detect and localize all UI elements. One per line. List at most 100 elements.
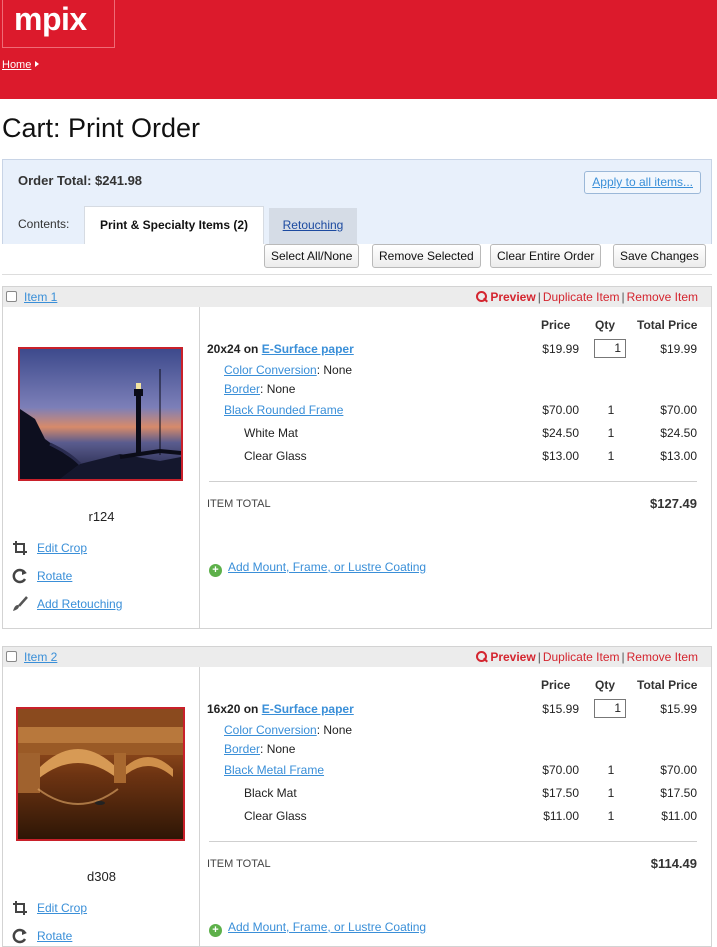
clear-entire-order-button[interactable]: Clear Entire Order xyxy=(490,244,602,268)
duplicate-item-link[interactable]: Duplicate Item xyxy=(543,290,620,304)
tab-print-specialty-items[interactable]: Print & Specialty Items (2) xyxy=(84,206,264,245)
save-changes-button[interactable]: Save Changes xyxy=(613,244,706,268)
magnifier-icon xyxy=(476,291,488,302)
breadcrumb: Home xyxy=(2,59,40,71)
logo-text: mpix xyxy=(14,1,87,37)
print-price: $15.99 xyxy=(542,702,579,716)
preview-link[interactable]: Preview xyxy=(476,290,536,304)
color-conversion-link[interactable]: Color Conversion xyxy=(224,363,317,377)
order-total: Order Total: $241.98 xyxy=(18,173,143,188)
add-retouching-link[interactable]: Add Retouching xyxy=(37,597,122,611)
apply-to-all-items-button[interactable]: Apply to all items... xyxy=(584,171,701,194)
item-checkbox[interactable] xyxy=(6,291,17,302)
rotate-icon xyxy=(12,568,27,584)
add-mount-action[interactable]: + Add Mount, Frame, or Lustre Coating xyxy=(209,920,426,937)
frame-row: Black Rounded Frame $70.00 1 $70.00 xyxy=(3,403,713,421)
total-price-column-header: Total Price xyxy=(637,318,698,332)
glass-price: $13.00 xyxy=(542,449,579,463)
quantity-input[interactable]: 1 xyxy=(594,339,626,358)
item-checkbox[interactable] xyxy=(6,651,17,662)
edit-crop-link[interactable]: Edit Crop xyxy=(37,541,87,555)
glass-name: Clear Glass xyxy=(244,809,307,823)
frame-total: $70.00 xyxy=(660,403,697,417)
color-conversion-row: Color Conversion: None xyxy=(3,363,713,381)
separator: | xyxy=(621,650,625,664)
duplicate-item-link[interactable]: Duplicate Item xyxy=(543,650,620,664)
rotate-link[interactable]: Rotate xyxy=(37,929,72,943)
frame-price: $70.00 xyxy=(542,763,579,777)
glass-price: $11.00 xyxy=(543,809,579,823)
item-header-bar: Item 2 Preview | Duplicate Item | Remove Ite… xyxy=(2,646,712,668)
frame-link[interactable]: Black Rounded Frame xyxy=(224,403,343,417)
remove-selected-button[interactable]: Remove Selected xyxy=(372,244,481,268)
preview-link[interactable]: Preview xyxy=(476,650,536,664)
glass-qty: 1 xyxy=(607,809,615,823)
print-size: 16x20 on xyxy=(207,702,259,716)
qty-column-header: Qty xyxy=(595,318,616,332)
item-total-value: $127.49 xyxy=(650,496,697,511)
print-description: 16x20 on E-Surface paper xyxy=(207,702,354,716)
item-label-link[interactable]: Item 1 xyxy=(24,290,57,304)
border-link[interactable]: Border xyxy=(224,382,260,396)
add-mount-link[interactable]: Add Mount, Frame, or Lustre Coating xyxy=(228,560,426,574)
select-all-none-button[interactable]: Select All/None xyxy=(264,244,360,268)
mat-row: Black Mat $17.50 1 $17.50 xyxy=(3,786,713,804)
mat-total: $17.50 xyxy=(660,786,697,800)
crop-icon xyxy=(13,901,27,915)
print-row: 16x20 on E-Surface paper $15.99 1 $15.99 xyxy=(3,699,713,720)
add-mount-action[interactable]: + Add Mount, Frame, or Lustre Coating xyxy=(209,560,426,577)
rotate-icon xyxy=(12,928,27,944)
rotate-link[interactable]: Rotate xyxy=(37,569,72,583)
mat-name: Black Mat xyxy=(244,786,297,800)
preview-label: Preview xyxy=(490,650,536,664)
paper-link[interactable]: E-Surface paper xyxy=(262,702,354,716)
border-link[interactable]: Border xyxy=(224,742,260,756)
contents-label: Contents: xyxy=(18,217,70,231)
quantity-input[interactable]: 1 xyxy=(594,699,626,718)
mat-name: White Mat xyxy=(244,426,299,440)
breadcrumb-arrow-icon xyxy=(35,61,40,67)
print-price: $19.99 xyxy=(542,342,579,356)
paper-link[interactable]: E-Surface paper xyxy=(262,342,354,356)
breadcrumb-home-link[interactable]: Home xyxy=(2,59,31,71)
glass-name: Clear Glass xyxy=(244,449,307,463)
item-total-value: $114.49 xyxy=(650,856,697,871)
item-total-label: ITEM TOTAL xyxy=(207,858,271,870)
frame-link[interactable]: Black Metal Frame xyxy=(224,763,324,777)
price-column-header: Price xyxy=(541,678,571,692)
add-mount-link[interactable]: Add Mount, Frame, or Lustre Coating xyxy=(228,920,426,934)
edit-crop-link[interactable]: Edit Crop xyxy=(37,901,87,915)
total-price-column-header: Total Price xyxy=(637,678,698,692)
separator: | xyxy=(621,290,625,304)
separator: | xyxy=(537,650,541,664)
frame-price: $70.00 xyxy=(542,403,579,417)
mat-total: $24.50 xyxy=(660,426,697,440)
remove-item-link[interactable]: Remove Item xyxy=(627,650,698,664)
photo-id: d308 xyxy=(87,869,116,884)
item-actions: Preview | Duplicate Item | Remove Item xyxy=(476,650,698,664)
item-body: r124 Edit Crop Rotate Add Retouching Pri… xyxy=(2,307,712,629)
brush-icon xyxy=(13,596,28,611)
print-total: $15.99 xyxy=(660,702,697,716)
glass-total: $11.00 xyxy=(661,809,697,823)
mpix-logo[interactable]: mpix xyxy=(2,0,115,48)
print-size: 20x24 on xyxy=(207,342,259,356)
qty-column-header: Qty xyxy=(595,678,616,692)
site-header: mpix Home xyxy=(0,0,717,99)
color-conversion-value: : None xyxy=(316,723,353,737)
frame-qty: 1 xyxy=(607,403,615,417)
add-plus-icon: + xyxy=(209,924,222,937)
remove-item-link[interactable]: Remove Item xyxy=(627,290,698,304)
mat-qty: 1 xyxy=(607,426,615,440)
item-label-link[interactable]: Item 2 xyxy=(24,650,57,664)
mat-row: White Mat $24.50 1 $24.50 xyxy=(3,426,713,444)
item-header-bar: Item 1 Preview | Duplicate Item | Remove Ite… xyxy=(2,286,712,308)
crop-icon xyxy=(13,541,27,555)
magnifier-icon xyxy=(476,651,488,662)
color-conversion-row: Color Conversion: None xyxy=(3,723,713,741)
frame-row: Black Metal Frame $70.00 1 $70.00 xyxy=(3,763,713,781)
frame-total: $70.00 xyxy=(660,763,697,777)
color-conversion-link[interactable]: Color Conversion xyxy=(224,723,317,737)
tab-retouching[interactable]: Retouching xyxy=(269,208,357,245)
border-row: Border: None xyxy=(3,742,713,760)
